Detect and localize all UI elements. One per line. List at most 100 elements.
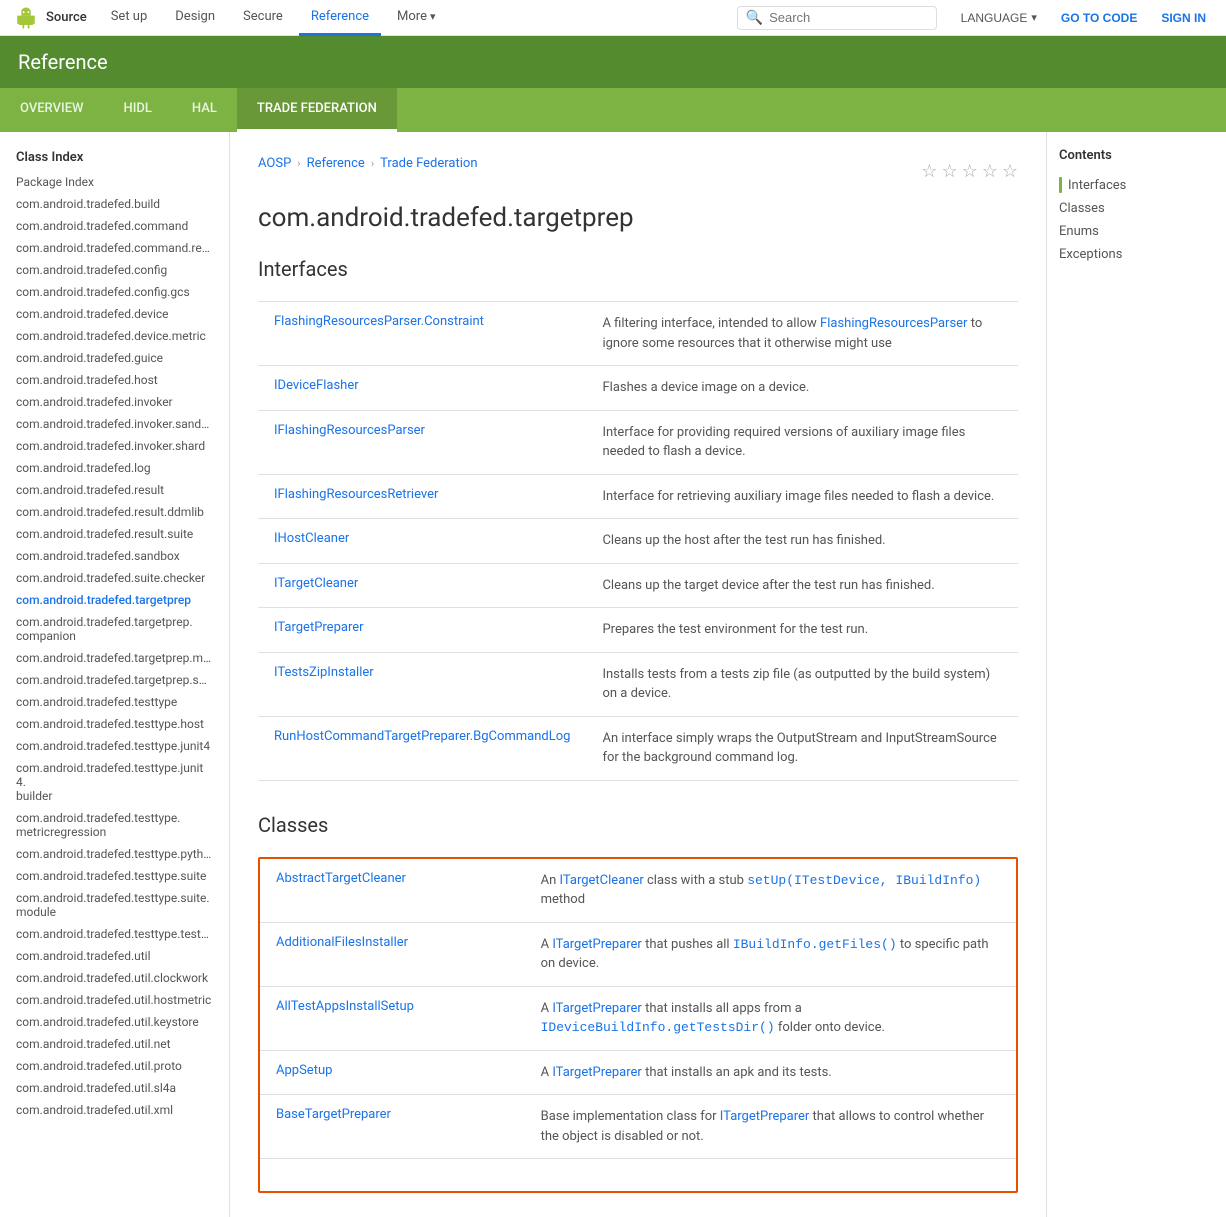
sidebar-link-device[interactable]: com.android.tradefed.device: [0, 303, 229, 325]
inline-link-itargetcleaner[interactable]: ITargetCleaner: [559, 873, 643, 888]
sidebar-link-build[interactable]: com.android.tradefed.build: [0, 193, 229, 215]
sidebar-link-util-hostmetric[interactable]: com.android.tradefed.util.hostmetric: [0, 989, 229, 1011]
interface-link-ideviceflasher[interactable]: IDeviceFlasher: [274, 378, 359, 393]
table-row: AllTestAppsInstallSetup A ITargetPrepare…: [260, 986, 1016, 1050]
interface-link-itargetpreparer[interactable]: ITargetPreparer: [274, 620, 364, 635]
inline-link-itargetpreparer-4[interactable]: ITargetPreparer: [552, 1065, 642, 1080]
inline-link-flashingresourcesparser[interactable]: FlashingResourcesParser: [820, 316, 967, 331]
sidebar-link-targetprep-companion[interactable]: com.android.tradefed.targetprep.companio…: [0, 611, 229, 647]
language-button[interactable]: LANGUAGE ▾: [953, 7, 1045, 29]
class-link-appsetup[interactable]: AppSetup: [276, 1063, 332, 1078]
sidebar-link-util-keystore[interactable]: com.android.tradefed.util.keystore: [0, 1011, 229, 1033]
sidebar-link-testtype[interactable]: com.android.tradefed.testtype: [0, 691, 229, 713]
sidebar-link-suite-checker[interactable]: com.android.tradefed.suite.checker: [0, 567, 229, 589]
nav-setup[interactable]: Set up: [99, 0, 160, 36]
sidebar-package-index[interactable]: Package Index: [0, 171, 229, 193]
sidebar-link-testtype-suite-module[interactable]: com.android.tradefed.testtype.suite.modu…: [0, 887, 229, 923]
go-to-code-button[interactable]: GO TO CODE: [1053, 7, 1145, 29]
sidebar-link-testtype-testdefs[interactable]: com.android.tradefed.testtype.testdefs: [0, 923, 229, 945]
inline-link-idevicebuildinfo-gettestsdir[interactable]: IDeviceBuildInfo.getTestsDir(): [541, 1020, 775, 1035]
subnav-hal[interactable]: HAL: [172, 88, 237, 132]
interface-link-iflashingresourcesparser[interactable]: IFlashingResourcesParser: [274, 423, 425, 438]
nav-reference[interactable]: Reference: [299, 0, 381, 36]
sidebar-link-util-net[interactable]: com.android.tradefed.util.net: [0, 1033, 229, 1055]
sidebar-link-guice[interactable]: com.android.tradefed.guice: [0, 347, 229, 369]
subnav-hidl[interactable]: HIDL: [103, 88, 171, 132]
sidebar-link-result-ddmlib[interactable]: com.android.tradefed.result.ddmlib: [0, 501, 229, 523]
class-desc-cell: A ITargetPreparer that installs all apps…: [525, 986, 1016, 1050]
sidebar-link-util-proto[interactable]: com.android.tradefed.util.proto: [0, 1055, 229, 1077]
nav-more[interactable]: More ▾: [385, 0, 447, 36]
star-5[interactable]: ☆: [1002, 161, 1018, 182]
breadcrumb-aosp[interactable]: AOSP: [258, 156, 291, 171]
sidebar-link-util-sl4a[interactable]: com.android.tradefed.util.sl4a: [0, 1077, 229, 1099]
breadcrumb-tradefederation[interactable]: Trade Federation: [380, 156, 477, 171]
sidebar-link-result[interactable]: com.android.tradefed.result: [0, 479, 229, 501]
sidebar-link-invoker-sandbox[interactable]: com.android.tradefed.invoker.sandbox: [0, 413, 229, 435]
sidebar-link-testtype-metricregression[interactable]: com.android.tradefed.testtype.metricregr…: [0, 807, 229, 843]
class-link-alltestappsinstallsetup[interactable]: AllTestAppsInstallSetup: [276, 999, 414, 1014]
interface-desc-cell: Cleans up the host after the test run ha…: [586, 519, 1018, 564]
table-row: ITargetCleaner Cleans up the target devi…: [258, 563, 1018, 608]
sidebar-link-targetprep[interactable]: com.android.tradefed.targetprep: [0, 589, 229, 611]
inline-link-itargetpreparer-5[interactable]: ITargetPreparer: [720, 1109, 810, 1124]
toc-item-enums[interactable]: Enums: [1059, 220, 1214, 243]
logo[interactable]: Source: [12, 4, 87, 32]
inline-link-itargetpreparer-3[interactable]: ITargetPreparer: [552, 1001, 642, 1016]
sidebar-link-result-suite[interactable]: com.android.tradefed.result.suite: [0, 523, 229, 545]
subnav-tradefederation[interactable]: TRADE FEDERATION: [237, 88, 397, 132]
class-link-basetargetpreparer[interactable]: BaseTargetPreparer: [276, 1107, 391, 1122]
interface-link-itargetcleaner[interactable]: ITargetCleaner: [274, 576, 358, 591]
nav-design[interactable]: Design: [163, 0, 227, 36]
right-sidebar: Contents Interfaces Classes Enums Except…: [1046, 132, 1226, 1217]
sidebar-link-log[interactable]: com.android.tradefed.log: [0, 457, 229, 479]
nav-secure[interactable]: Secure: [231, 0, 295, 36]
sidebar-link-command[interactable]: com.android.tradefed.command: [0, 215, 229, 237]
toc-title: Contents: [1059, 148, 1214, 163]
table-row: IHostCleaner Cleans up the host after th…: [258, 519, 1018, 564]
search-input[interactable]: [769, 10, 928, 25]
star-2[interactable]: ☆: [941, 161, 957, 182]
sidebar-link-testtype-python[interactable]: com.android.tradefed.testtype.python: [0, 843, 229, 865]
sidebar-link-command-remote[interactable]: com.android.tradefed.command.remote: [0, 237, 229, 259]
inline-link-ibuildinfo-getfiles[interactable]: IBuildInfo.getFiles(): [733, 937, 897, 952]
sidebar-link-testtype-junit4-builder[interactable]: com.android.tradefed.testtype.junit4.bui…: [0, 757, 229, 807]
toc-item-classes[interactable]: Classes: [1059, 197, 1214, 220]
star-4[interactable]: ☆: [982, 161, 998, 182]
sidebar-link-util-clockwork[interactable]: com.android.tradefed.util.clockwork: [0, 967, 229, 989]
sidebar-link-testtype-host[interactable]: com.android.tradefed.testtype.host: [0, 713, 229, 735]
sidebar-link-config[interactable]: com.android.tradefed.config: [0, 259, 229, 281]
sidebar-link-invoker[interactable]: com.android.tradefed.invoker: [0, 391, 229, 413]
star-3[interactable]: ☆: [962, 161, 978, 182]
sidebar-link-device-metric[interactable]: com.android.tradefed.device.metric: [0, 325, 229, 347]
sidebar-link-sandbox[interactable]: com.android.tradefed.sandbox: [0, 545, 229, 567]
class-link-additionalfilesinstaller[interactable]: AdditionalFilesInstaller: [276, 935, 408, 950]
table-row: AdditionalFilesInstaller A ITargetPrepar…: [260, 922, 1016, 986]
star-1[interactable]: ☆: [921, 161, 937, 182]
class-name-cell: BaseTargetPreparer: [260, 1095, 525, 1159]
class-link-abstracttargetcleaner[interactable]: AbstractTargetCleaner: [276, 871, 406, 886]
toc-item-interfaces[interactable]: Interfaces: [1059, 173, 1214, 197]
sidebar-class-index[interactable]: Class Index: [0, 144, 229, 171]
subnav-overview[interactable]: OVERVIEW: [0, 88, 103, 132]
interface-link-flashingresourcesparser-constraint[interactable]: FlashingResourcesParser.Constraint: [274, 314, 484, 329]
inline-link-setup[interactable]: setUp(ITestDevice, IBuildInfo): [747, 873, 981, 888]
sidebar-link-testtype-junit4[interactable]: com.android.tradefed.testtype.junit4: [0, 735, 229, 757]
interface-link-runhostcommand[interactable]: RunHostCommandTargetPreparer.BgCommandLo…: [274, 729, 570, 744]
interface-link-itestszipinstaller[interactable]: ITestsZipInstaller: [274, 665, 374, 680]
sidebar-link-util-xml[interactable]: com.android.tradefed.util.xml: [0, 1099, 229, 1121]
interface-link-iflashingresourcesretriever[interactable]: IFlashingResourcesRetriever: [274, 487, 438, 502]
sidebar-link-testtype-suite[interactable]: com.android.tradefed.testtype.suite: [0, 865, 229, 887]
interface-name-cell: IFlashingResourcesParser: [258, 410, 586, 474]
sign-in-button[interactable]: SIGN IN: [1153, 7, 1214, 29]
inline-link-itargetpreparer-2[interactable]: ITargetPreparer: [552, 937, 642, 952]
sidebar-link-host[interactable]: com.android.tradefed.host: [0, 369, 229, 391]
breadcrumb-reference[interactable]: Reference: [307, 156, 365, 171]
sidebar-link-util[interactable]: com.android.tradefed.util: [0, 945, 229, 967]
sidebar-link-targetprep-multi[interactable]: com.android.tradefed.targetprep.multi: [0, 647, 229, 669]
sidebar-link-config-gcs[interactable]: com.android.tradefed.config.gcs: [0, 281, 229, 303]
sidebar-link-invoker-shard[interactable]: com.android.tradefed.invoker.shard: [0, 435, 229, 457]
interface-link-ihostcleaner[interactable]: IHostCleaner: [274, 531, 349, 546]
toc-item-exceptions[interactable]: Exceptions: [1059, 243, 1214, 266]
sidebar-link-targetprep-suite[interactable]: com.android.tradefed.targetprep.suite: [0, 669, 229, 691]
